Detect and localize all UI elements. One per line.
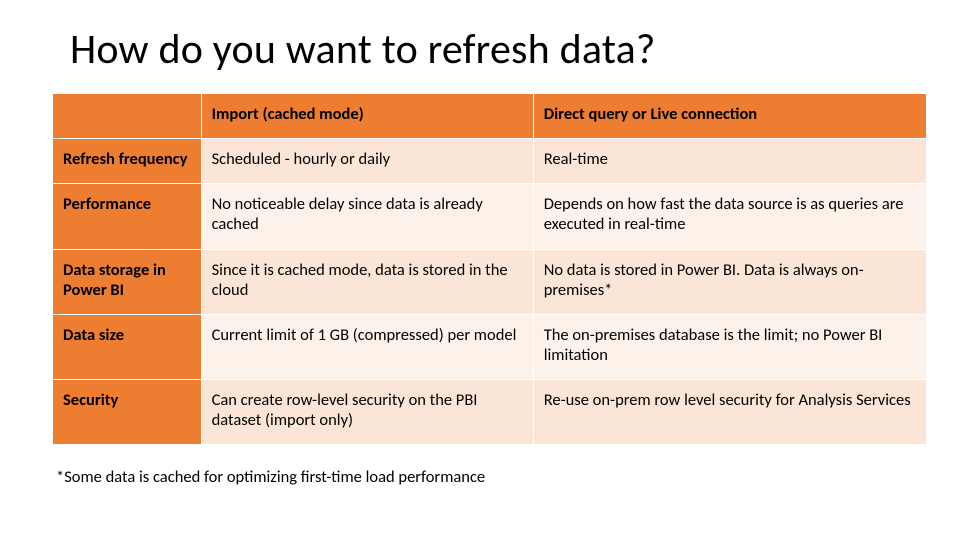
row-import: No noticeable delay since data is alread… (201, 184, 533, 249)
row-direct: Real-time (533, 139, 926, 184)
row-label: Performance (53, 184, 202, 249)
comparison-table: Import (cached mode) Direct query or Liv… (52, 93, 927, 445)
row-direct: Re-use on-prem row level security for An… (533, 380, 926, 445)
table-row: Data size Current limit of 1 GB (compres… (53, 314, 927, 379)
footnote: *Some data is cached for optimizing firs… (56, 467, 927, 487)
table-header-row: Import (cached mode) Direct query or Liv… (53, 94, 927, 139)
table-row: Performance No noticeable delay since da… (53, 184, 927, 249)
row-import: Scheduled - hourly or daily (201, 139, 533, 184)
row-direct: The on-premises database is the limit; n… (533, 314, 926, 379)
table-row: Refresh frequency Scheduled - hourly or … (53, 139, 927, 184)
row-label: Data size (53, 314, 202, 379)
row-import: Since it is cached mode, data is stored … (201, 249, 533, 314)
slide-title: How do you want to refresh data? (70, 24, 927, 75)
row-import: Current limit of 1 GB (compressed) per m… (201, 314, 533, 379)
table-row: Data storage in Power BI Since it is cac… (53, 249, 927, 314)
row-direct: No data is stored in Power BI. Data is a… (533, 249, 926, 314)
row-import: Can create row-level security on the PBI… (201, 380, 533, 445)
slide: How do you want to refresh data? Import … (0, 0, 979, 551)
table-header-import: Import (cached mode) (201, 94, 533, 139)
table-row: Security Can create row-level security o… (53, 380, 927, 445)
table-header-blank (53, 94, 202, 139)
row-label: Data storage in Power BI (53, 249, 202, 314)
table-header-direct: Direct query or Live connection (533, 94, 926, 139)
row-label: Security (53, 380, 202, 445)
row-direct: Depends on how fast the data source is a… (533, 184, 926, 249)
row-label: Refresh frequency (53, 139, 202, 184)
